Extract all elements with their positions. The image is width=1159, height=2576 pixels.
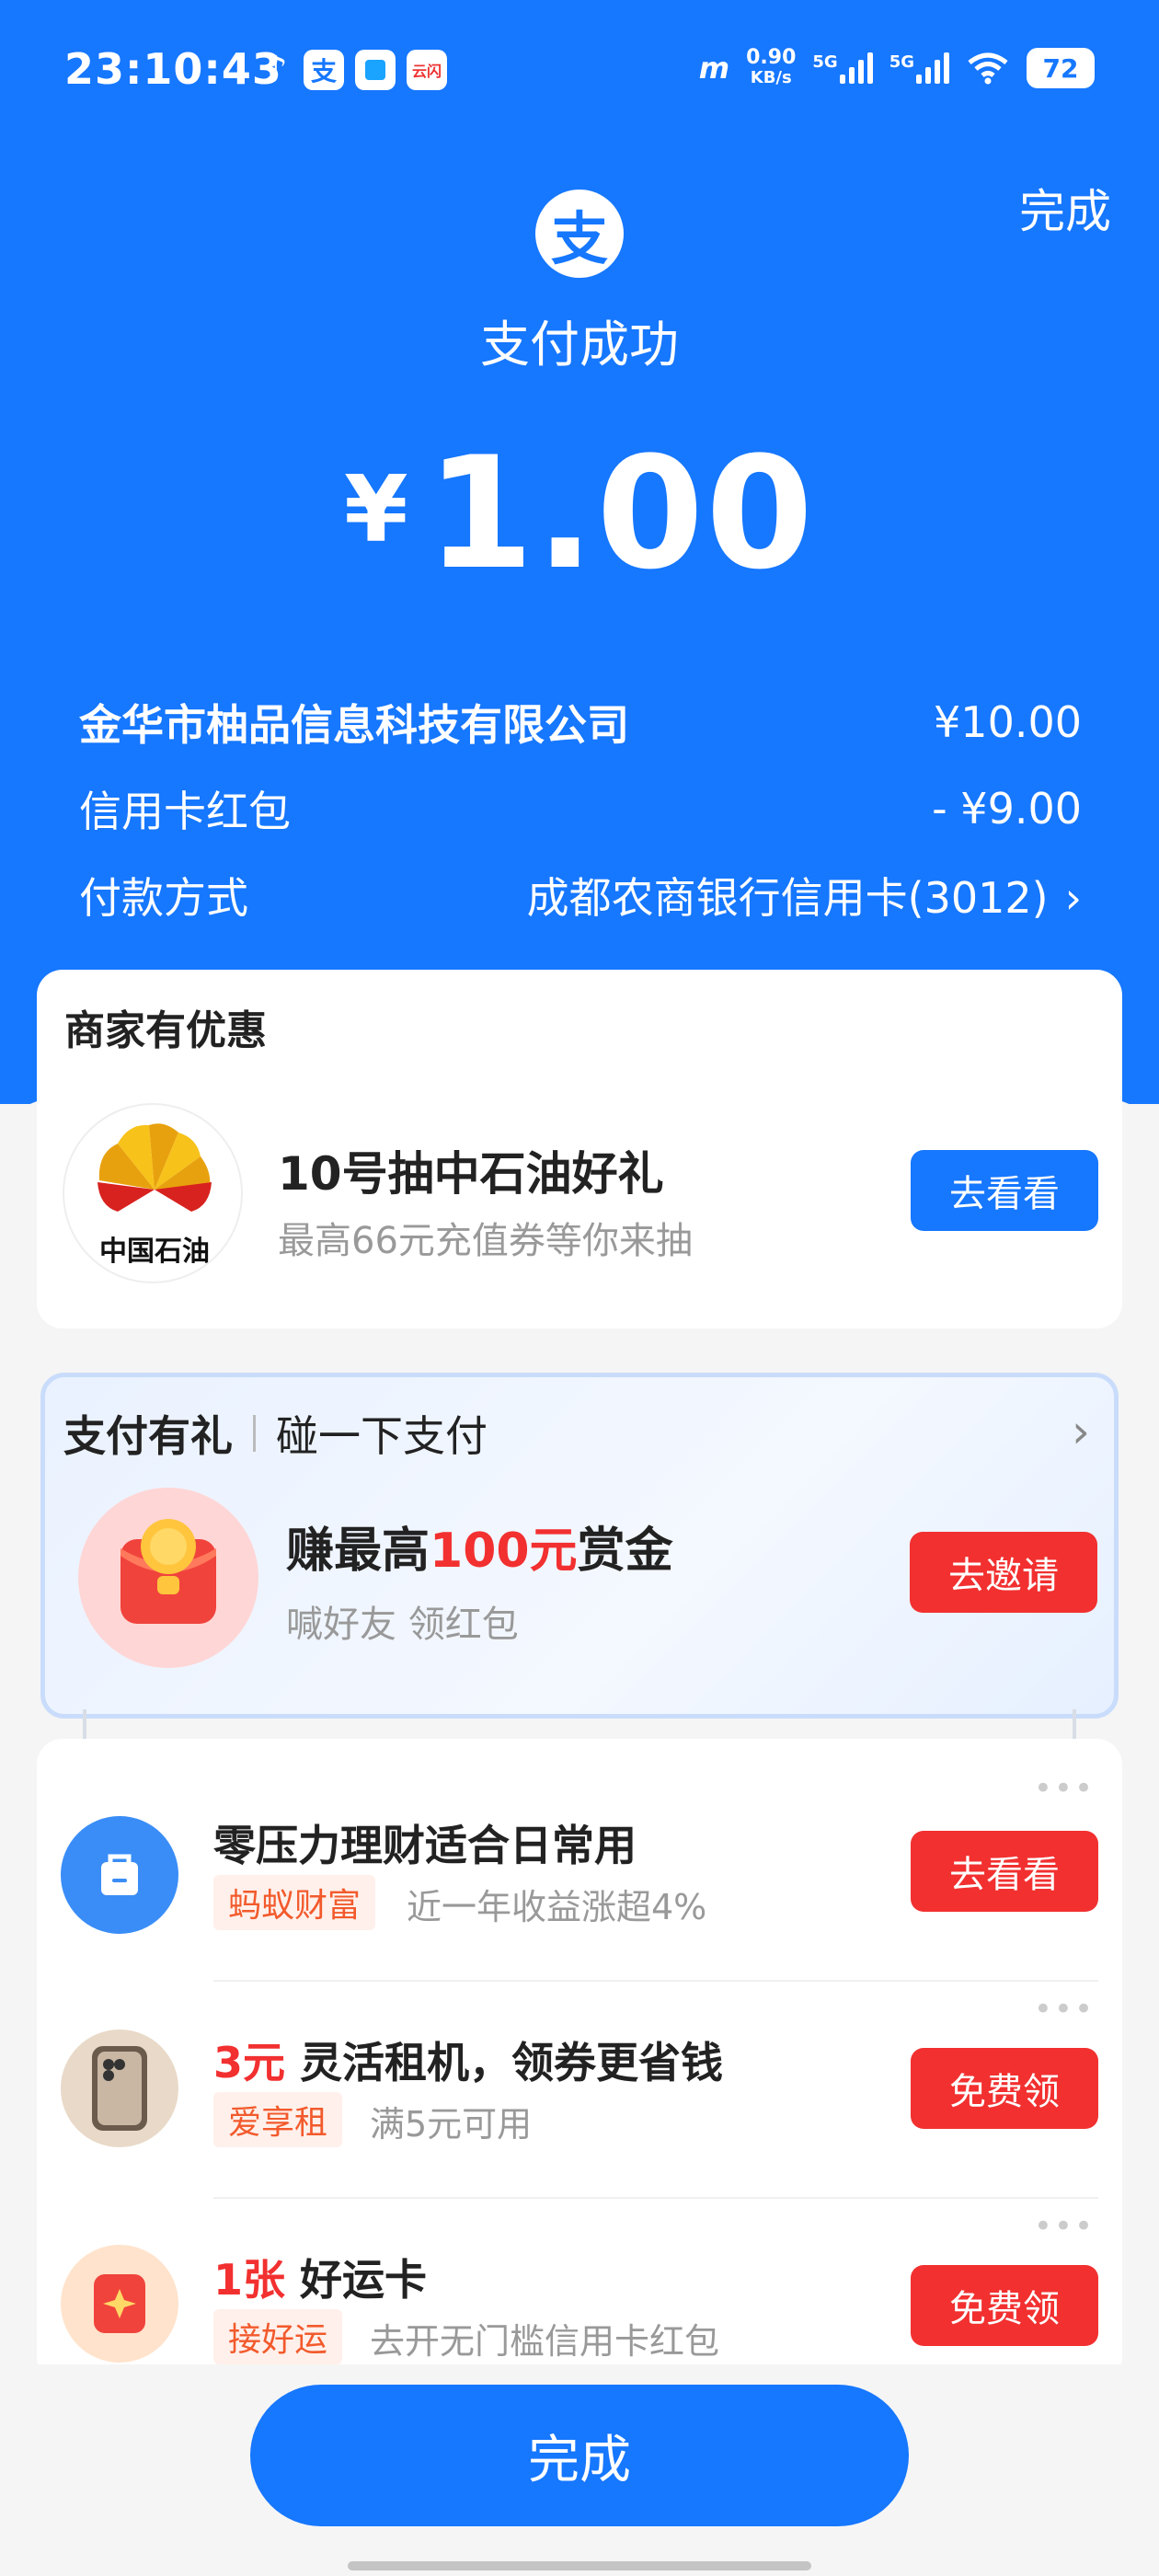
payment-amount: ¥1.00: [0, 423, 1159, 604]
payment-success-title: 支付成功: [480, 316, 679, 374]
discount-label: 信用卡红包: [79, 787, 291, 836]
pay-gift-title: 支付有礼: [63, 1411, 233, 1461]
merchant-offer-card: 商家有优惠 中国石油 10号抽中石油好礼 最高66元充值券等你来抽 去看看: [37, 970, 1122, 1328]
promo-button[interactable]: 免费领: [911, 2265, 1098, 2346]
chevron-right-icon: ›: [1064, 873, 1082, 923]
status-time: 23:10:43: [64, 44, 282, 94]
payment-method-row[interactable]: 付款方式 成都农商银行信用卡(3012) ›: [79, 865, 1082, 926]
currency-symbol: ¥: [343, 455, 408, 563]
done-button-top[interactable]: 完成: [1019, 175, 1111, 241]
divider: [253, 1415, 256, 1452]
home-indicator[interactable]: [348, 2561, 811, 2570]
red-packet-graphic: [120, 1519, 216, 1624]
list-item[interactable]: ••• 1张 好运卡 接好运 去开无门槛信用卡红包 免费领: [37, 2173, 1122, 2383]
promo-list: ••• 零压力理财适合日常用 蚂蚁财富 近一年收益涨超4% 去看看 ••• 3元…: [37, 1739, 1122, 2383]
view-offer-button[interactable]: 去看看: [911, 1150, 1098, 1231]
amount-value: 1.00: [426, 423, 816, 604]
phone-icon: [61, 2030, 178, 2147]
status-bar: 23:10:43 ♪ 支 云闪 m 0.90 KB/s 5G 5G 72: [0, 37, 1159, 110]
alipay-small-icon: 支: [304, 50, 344, 90]
offer-title: 10号抽中石油好礼: [278, 1147, 664, 1201]
promo-desc: 去开无门槛信用卡红包: [370, 2321, 720, 2362]
phone-graphic: [92, 2046, 147, 2131]
promo-desc: 近一年收益涨超4%: [407, 1887, 707, 1927]
cloudpay-icon: 云闪: [407, 50, 447, 90]
more-dots-icon[interactable]: •••: [1034, 2208, 1095, 2245]
bag-graphic: [101, 1854, 138, 1895]
merchant-name: 金华市柚品信息科技有限公司: [79, 700, 629, 750]
lucky-card-icon: [61, 2245, 178, 2363]
payment-method-label: 付款方式: [79, 873, 248, 923]
payment-method-value[interactable]: 成都农商银行信用卡(3012) ›: [527, 865, 1082, 926]
promo-tag: 爱享租: [213, 2092, 343, 2147]
battery-icon: 72: [1027, 48, 1095, 88]
signal-icon-2: 5G: [889, 52, 949, 84]
hd-icon: m: [698, 51, 730, 86]
invite-button[interactable]: 去邀请: [910, 1532, 1097, 1613]
more-dots-icon[interactable]: •••: [1034, 1991, 1095, 2028]
pay-gift-subtitle: 碰一下支付: [276, 1411, 488, 1461]
discount-amount: - ¥9.00: [932, 784, 1082, 834]
red-packet-icon: [78, 1488, 258, 1668]
more-dots-icon[interactable]: •••: [1034, 1770, 1095, 1807]
reward-amount: 100元: [430, 1524, 578, 1579]
pay-gift-header: 支付有礼 碰一下支付: [63, 1403, 488, 1464]
petrochina-logo: 中国石油: [63, 1103, 243, 1283]
promo-title: 3元 灵活租机，领券更省钱: [213, 2038, 724, 2087]
promo-tag: 接好运: [213, 2309, 343, 2364]
promo-desc: 满5元可用: [370, 2104, 533, 2145]
promo-title: 1张 好运卡: [213, 2255, 428, 2305]
offer-subtitle: 最高66元充值券等你来抽: [278, 1220, 693, 1262]
signal-icon-1: 5G: [812, 52, 873, 84]
merchant-row: 金华市柚品信息科技有限公司 ¥10.00: [79, 692, 1082, 753]
list-item[interactable]: ••• 3元 灵活租机，领券更省钱 爱享租 满5元可用 免费领: [37, 1956, 1122, 2173]
pay-gift-headline: 赚最高100元赏金: [286, 1524, 673, 1579]
lucky-card-graphic: [94, 2274, 145, 2333]
status-right: m 0.90 KB/s 5G 5G 72: [699, 48, 1095, 88]
chevron-right-icon[interactable]: ›: [1072, 1405, 1090, 1458]
discount-row: 信用卡红包 - ¥9.00: [79, 778, 1082, 839]
promo-button[interactable]: 去看看: [911, 1831, 1098, 1912]
alipay-logo-icon: 支: [535, 190, 624, 278]
tiktok-icon: ♪: [264, 49, 288, 91]
wallet-bag-icon: [61, 1816, 178, 1934]
promo-title: 零压力理财适合日常用: [213, 1821, 637, 1870]
petrochina-brand-text: 中国石油: [99, 1236, 210, 1268]
pay-gift-card[interactable]: 支付有礼 碰一下支付 › 赚最高100元赏金 喊好友 领红包 去邀请: [40, 1373, 1119, 1719]
app-icon: [355, 50, 396, 90]
pay-gift-description: 喊好友 领红包: [286, 1604, 519, 1646]
wifi-icon: [968, 52, 1008, 85]
list-item[interactable]: ••• 零压力理财适合日常用 蚂蚁财富 近一年收益涨超4% 去看看: [37, 1739, 1122, 1956]
promo-button[interactable]: 免费领: [911, 2048, 1098, 2129]
done-button[interactable]: 完成: [250, 2385, 909, 2526]
merchant-amount: ¥10.00: [934, 697, 1082, 747]
promo-tag: 蚂蚁财富: [213, 1875, 376, 1930]
net-speed: 0.90 KB/s: [746, 46, 797, 88]
merchant-offer-title: 商家有优惠: [64, 1007, 267, 1054]
